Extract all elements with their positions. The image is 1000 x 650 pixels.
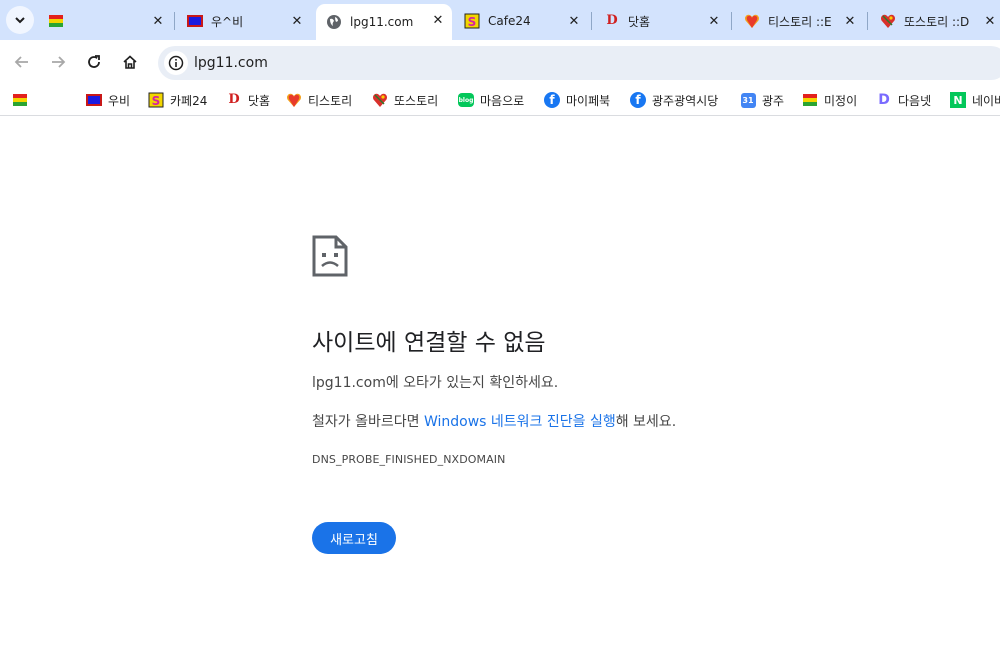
- naver-icon: N: [950, 92, 966, 108]
- bookmark-label: 우비: [108, 93, 131, 108]
- cafe24-icon: S: [148, 92, 164, 108]
- back-button[interactable]: [8, 48, 36, 76]
- tab-search-button[interactable]: [6, 6, 34, 34]
- rainbow-stripes-icon: [802, 92, 818, 108]
- bookmark-ttostory[interactable]: 또스토리: [372, 90, 438, 110]
- close-icon[interactable]: ✕: [982, 13, 998, 29]
- bookmark-gwangju-party[interactable]: f 광주광역시당: [630, 90, 718, 110]
- bookmark-label: 광주: [762, 93, 785, 108]
- bookmark-my-facebook[interactable]: f 마이페북: [544, 90, 610, 110]
- heart-icon: [744, 13, 760, 29]
- facebook-icon: f: [630, 92, 646, 108]
- d-letter-icon: D: [606, 13, 618, 28]
- bookmark-label: 네이버: [972, 93, 1000, 108]
- bookmark-cafe24[interactable]: S 카페24: [148, 90, 207, 110]
- diagnostics-prefix: 철자가 올바르다면: [312, 414, 424, 430]
- tab-5[interactable]: 티스토리 ::E ✕: [734, 5, 864, 37]
- bookmark-label: 마음으로: [480, 93, 525, 108]
- globe-icon: [326, 14, 342, 30]
- close-icon[interactable]: ✕: [706, 13, 722, 29]
- tab-active[interactable]: lpg11.com ✕: [316, 4, 452, 40]
- windows-diagnostics-link[interactable]: Windows 네트워크 진단을 실행: [424, 414, 616, 430]
- sad-page-icon: [312, 235, 348, 277]
- blog-icon: blog: [458, 92, 474, 108]
- svg-text:S: S: [152, 94, 161, 108]
- diagnostics-suffix: 해 보세요.: [615, 414, 677, 430]
- rainbow-stripes-icon: [48, 13, 64, 29]
- bookmark-label: 광주광역시당: [652, 93, 719, 108]
- forward-button[interactable]: [44, 48, 72, 76]
- bookmark-naver[interactable]: N 네이버: [950, 90, 1000, 110]
- tab-6[interactable]: 또스토리 ::D ✕: [870, 5, 1000, 37]
- rainbow-stripes-icon: [12, 92, 28, 108]
- address-bar[interactable]: lpg11.com: [158, 46, 1000, 80]
- bookmark-label: 카페24: [170, 93, 208, 108]
- bookmark-ubi[interactable]: 우비: [86, 90, 130, 110]
- info-icon: [168, 55, 184, 71]
- blue-box-icon: [86, 92, 102, 108]
- url-text[interactable]: lpg11.com: [194, 55, 268, 71]
- site-info-button[interactable]: [164, 51, 188, 75]
- error-hint-typo: lpg11.com에 오타가 있는지 확인하세요.: [312, 375, 559, 391]
- svg-text:S: S: [468, 15, 477, 29]
- tab-separator: [591, 12, 592, 30]
- bookmark-0[interactable]: [12, 90, 34, 110]
- facebook-icon: f: [544, 92, 560, 108]
- browser-toolbar: lpg11.com: [0, 40, 1000, 84]
- tab-label: lpg11.com: [350, 15, 414, 29]
- bookmark-label: 티스토리: [308, 93, 353, 108]
- bookmark-gwangju[interactable]: 31 광주: [740, 90, 784, 110]
- reload-button[interactable]: 새로고침: [312, 522, 396, 554]
- bookmark-label: 닷홈: [248, 93, 271, 108]
- bookmark-dothome[interactable]: D 닷홈: [226, 90, 270, 110]
- tab-0[interactable]: ✕: [38, 5, 172, 37]
- tab-separator: [174, 12, 175, 30]
- calendar-icon: 31: [740, 92, 756, 108]
- home-icon: [123, 55, 137, 69]
- close-icon[interactable]: ✕: [289, 13, 305, 29]
- bookmark-mijeong[interactable]: 미정이: [802, 90, 857, 110]
- tab-1[interactable]: 우^비 ✕: [177, 5, 311, 37]
- bookmark-label: 또스토리: [394, 93, 439, 108]
- chevron-down-icon: [15, 17, 25, 24]
- close-icon[interactable]: ✕: [566, 13, 582, 29]
- reload-icon: [88, 55, 100, 68]
- tab-separator: [731, 12, 732, 30]
- arrow-right-icon: [52, 56, 66, 68]
- bookmark-label: 미정이: [824, 93, 858, 108]
- tab-label: 또스토리 ::D: [904, 14, 970, 29]
- close-icon[interactable]: ✕: [842, 13, 858, 29]
- daum-icon: D: [878, 92, 890, 108]
- tab-label: 닷홈: [628, 14, 651, 29]
- bookmark-tistory[interactable]: 티스토리: [286, 90, 352, 110]
- bookmark-label: 마이페북: [566, 93, 611, 108]
- blue-box-icon: [187, 13, 203, 29]
- bookmark-daum[interactable]: D 다음넷: [876, 90, 931, 110]
- bookmark-blog[interactable]: blog 마음으로: [458, 90, 524, 110]
- heart-icon: [286, 92, 302, 108]
- close-icon[interactable]: ✕: [150, 13, 166, 29]
- error-hint-diagnostics: 철자가 올바르다면 Windows 네트워크 진단을 실행해 보세요.: [312, 411, 676, 431]
- error-code: DNS_PROBE_FINISHED_NXDOMAIN: [312, 453, 506, 466]
- tab-label: 우^비: [211, 14, 244, 29]
- close-icon[interactable]: ✕: [430, 12, 446, 28]
- tab-label: Cafe24: [488, 14, 531, 28]
- bookmarks-bar: 우비 S 카페24 D 닷홈 티스토리 또스토리 blog 마음으로 f 마이페…: [0, 84, 1000, 116]
- reload-toolbar-button[interactable]: [80, 48, 108, 76]
- tab-4[interactable]: D 닷홈 ✕: [594, 5, 728, 37]
- tab-3[interactable]: S Cafe24 ✕: [454, 5, 588, 37]
- tab-label: 티스토리 ::E: [768, 14, 832, 29]
- error-title: 사이트에 연결할 수 없음: [312, 330, 546, 356]
- cafe24-icon: S: [464, 13, 480, 29]
- tab-strip: ✕ 우^비 ✕ lpg11.com ✕ S Cafe24 ✕ D 닷홈 ✕ 티스…: [0, 0, 1000, 40]
- heart-pin-icon: [880, 13, 896, 29]
- tab-separator: [867, 12, 868, 30]
- d-letter-icon: D: [228, 92, 240, 107]
- arrow-left-icon: [14, 56, 28, 68]
- bookmark-label: 다음넷: [898, 93, 932, 108]
- home-button[interactable]: [116, 48, 144, 76]
- heart-pin-icon: [372, 92, 388, 108]
